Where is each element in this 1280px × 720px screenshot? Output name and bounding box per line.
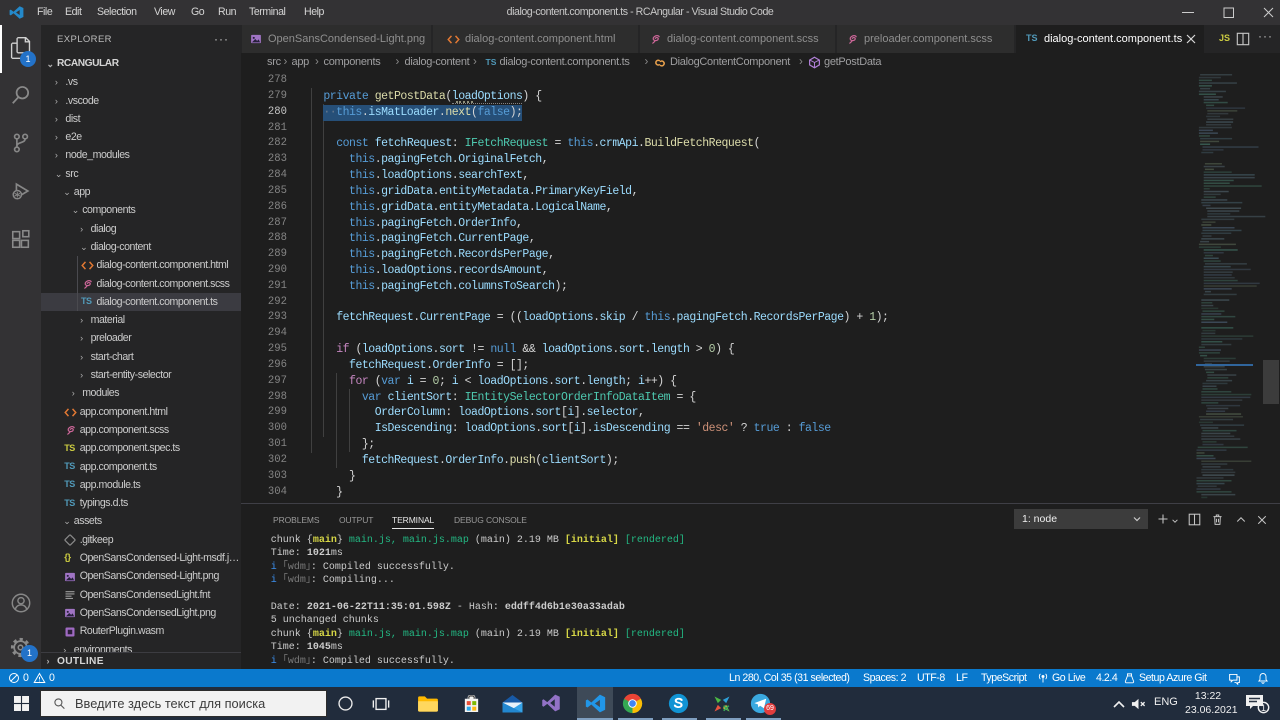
svg-text:1: 1: [1261, 703, 1266, 713]
